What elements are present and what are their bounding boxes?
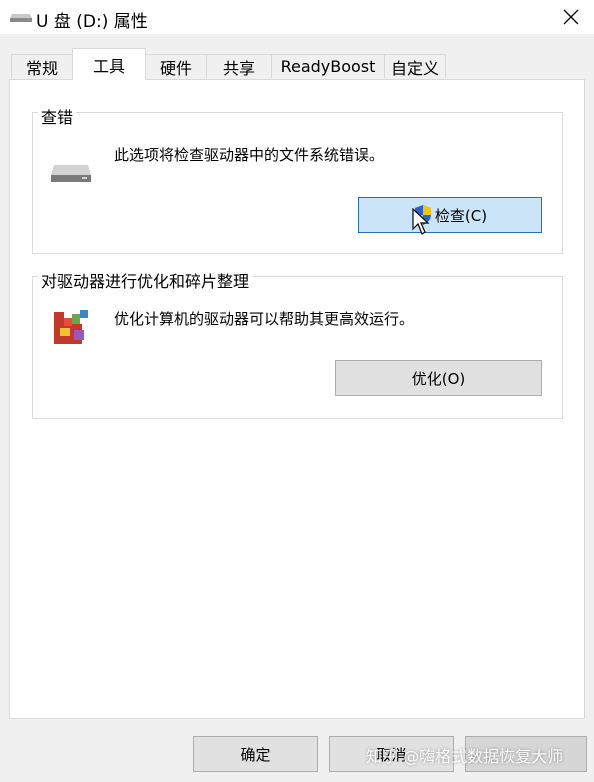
ok-button[interactable]: 确定 xyxy=(193,736,318,772)
tab-label: 共享 xyxy=(222,58,255,78)
tab-label: ReadyBoost xyxy=(280,57,376,76)
error-check-description: 此选项将检查驱动器中的文件系统错误。 xyxy=(114,146,385,164)
tab-tools[interactable]: 工具 xyxy=(72,48,146,80)
close-button[interactable] xyxy=(548,0,594,34)
close-icon xyxy=(563,9,579,25)
tab-label: 常规 xyxy=(25,58,58,78)
optimize-button[interactable]: 优化(O) xyxy=(335,360,542,396)
optimize-title: 对驱动器进行优化和碎片整理 xyxy=(38,268,253,292)
tab-customize[interactable]: 自定义 xyxy=(384,54,446,78)
tab-readyboost[interactable]: ReadyBoost xyxy=(271,54,385,78)
optimize-button-label: 优化(O) xyxy=(411,369,466,388)
mouse-cursor-icon xyxy=(412,208,430,235)
optimize-description: 优化计算机的驱动器可以帮助其更高效运行。 xyxy=(114,310,415,328)
tab-general[interactable]: 常规 xyxy=(11,54,73,78)
tab-label: 自定义 xyxy=(390,58,439,78)
defrag-icon xyxy=(54,310,88,344)
tab-strip: 常规 工具 硬件 共享 ReadyBoost 自定义 xyxy=(0,48,594,80)
tab-panel: 查错 此选项将检查驱动器中的文件系统错误。 检查(C) 对驱动器进行优化和碎片整… xyxy=(9,79,585,719)
tab-sharing[interactable]: 共享 xyxy=(206,54,272,78)
error-check-title: 查错 xyxy=(38,104,77,128)
ok-button-label: 确定 xyxy=(240,745,271,764)
title-bar: U 盘 (D:) 属性 xyxy=(0,0,594,34)
tab-hardware[interactable]: 硬件 xyxy=(145,54,207,78)
tab-label: 工具 xyxy=(92,56,125,76)
tab-label: 硬件 xyxy=(159,58,192,78)
check-button[interactable]: 检查(C) xyxy=(358,197,542,233)
watermark: 知乎 @嗨格式数据恢复大师 xyxy=(366,747,564,766)
drive-icon xyxy=(51,165,91,182)
window-title: U 盘 (D:) 属性 xyxy=(36,12,148,32)
optimize-group xyxy=(32,276,563,419)
check-button-label: 检查(C) xyxy=(434,206,488,225)
drive-icon xyxy=(10,14,32,22)
